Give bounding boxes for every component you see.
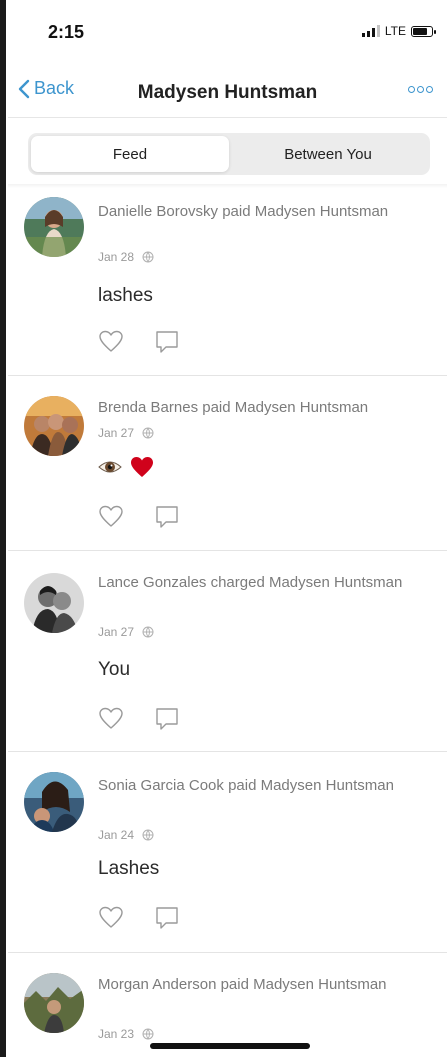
story-meta: Jan 27 [98, 426, 154, 440]
app-screen: 2:15 LTE Back Madysen Huntsman Feed Betw… [8, 0, 447, 1057]
heart-icon[interactable] [98, 504, 124, 530]
story-title: Danielle Borovsky paid Madysen Huntsman [98, 203, 389, 220]
story-title: Morgan Anderson paid Madysen Huntsman [98, 976, 387, 993]
story-date: Jan 28 [98, 250, 135, 264]
status-bar: 2:15 LTE [8, 0, 447, 60]
home-indicator[interactable] [150, 1043, 310, 1049]
story-note: lashes [98, 285, 153, 306]
avatar[interactable] [24, 197, 84, 257]
globe-icon [142, 1028, 154, 1040]
screen-edge [0, 0, 6, 1057]
feed-item[interactable]: Brenda Barnes paid Madysen Huntsman Jan … [8, 376, 447, 551]
story-meta: Jan 28 [98, 250, 154, 264]
status-indicators: LTE [361, 24, 436, 38]
page-title: Madysen Huntsman [137, 82, 318, 103]
story-note [98, 456, 154, 478]
story-actions [98, 329, 180, 355]
story-meta: Jan 23 [98, 1027, 154, 1041]
battery-icon [411, 25, 436, 37]
story-title: Sonia Garcia Cook paid Madysen Huntsman [98, 777, 394, 794]
story-actions [98, 905, 180, 931]
story-title: Lance Gonzales charged Madysen Huntsman [98, 574, 403, 591]
story-date: Jan 27 [98, 625, 135, 639]
globe-icon [142, 427, 154, 439]
story-meta: Jan 27 [98, 625, 154, 639]
feed-item[interactable]: Danielle Borovsky paid Madysen Huntsman … [8, 188, 447, 376]
eye-emoji-icon [98, 461, 122, 473]
nav-bar: Back Madysen Huntsman [8, 66, 447, 118]
signal-icon [361, 25, 380, 37]
globe-icon [142, 626, 154, 638]
red-heart-emoji-icon [131, 457, 153, 477]
story-actions [98, 706, 180, 732]
comment-icon[interactable] [154, 706, 180, 732]
globe-icon [142, 829, 154, 841]
tab-between-you[interactable]: Between You [229, 136, 427, 172]
heart-icon[interactable] [98, 329, 124, 355]
story-date: Jan 27 [98, 426, 135, 440]
avatar[interactable] [24, 973, 84, 1033]
avatar[interactable] [24, 396, 84, 456]
story-actions [98, 504, 180, 530]
heart-icon[interactable] [98, 905, 124, 931]
comment-icon[interactable] [154, 329, 180, 355]
heart-icon[interactable] [98, 706, 124, 732]
status-time: 2:15 [48, 22, 85, 42]
feed-item[interactable]: Sonia Garcia Cook paid Madysen Huntsman … [8, 752, 447, 953]
story-date: Jan 24 [98, 828, 135, 842]
story-title: Brenda Barnes paid Madysen Huntsman [98, 399, 369, 416]
segmented-control: Feed Between You [28, 133, 430, 175]
more-options-icon[interactable] [408, 86, 433, 93]
comment-icon[interactable] [154, 504, 180, 530]
avatar[interactable] [24, 573, 84, 633]
comment-icon[interactable] [154, 905, 180, 931]
globe-icon [142, 251, 154, 263]
network-type: LTE [384, 24, 406, 38]
feed-item[interactable]: Morgan Anderson paid Madysen Huntsman Ja… [8, 953, 447, 1057]
story-date: Jan 23 [98, 1027, 135, 1041]
story-meta: Jan 24 [98, 828, 154, 842]
feed-item[interactable]: Lance Gonzales charged Madysen Huntsman … [8, 551, 447, 752]
story-note: Lashes [98, 858, 160, 879]
avatar[interactable] [24, 772, 84, 832]
tab-feed[interactable]: Feed [31, 136, 229, 172]
story-note: You [98, 659, 131, 680]
